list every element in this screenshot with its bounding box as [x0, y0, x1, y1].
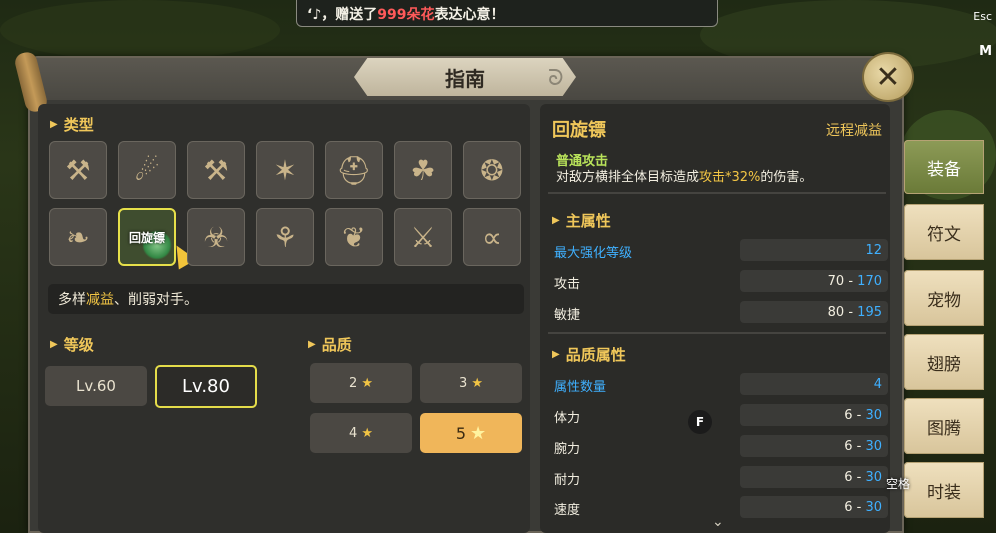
item-slot[interactable]: ∝: [463, 208, 521, 266]
notice-suffix: 表达心意！: [434, 7, 505, 23]
item-slot[interactable]: ⚒: [49, 141, 107, 199]
endurance-stat-label: 耐力: [554, 473, 581, 488]
map-hint[interactable]: M: [979, 44, 992, 59]
attack-stat-label: 攻击: [554, 277, 581, 292]
armor-icon: ☘: [410, 153, 436, 187]
main-attr-title: ▶ 主属性: [552, 212, 611, 230]
wrist-stat-value: 6 - 30: [740, 435, 888, 457]
item-slot[interactable]: ✶: [256, 141, 314, 199]
space-key-hint: 空格: [886, 477, 911, 491]
item-slot[interactable]: ❂: [463, 141, 521, 199]
quality-3-button[interactable]: 3 ★: [420, 363, 522, 403]
scroll-down-chevron-icon[interactable]: ⌄: [712, 514, 724, 530]
item-slot[interactable]: ⚔: [394, 208, 452, 266]
item-slot[interactable]: ☣: [187, 208, 245, 266]
hammer-icon: ⚒: [65, 153, 91, 187]
quality-5-button[interactable]: 5 ★: [420, 413, 522, 453]
divider: [548, 192, 886, 194]
mallet-icon: ⚒: [203, 153, 229, 187]
tab-pets[interactable]: 宠物: [904, 270, 984, 326]
triangle-icon: ▶: [552, 349, 560, 360]
quality-attr-title: ▶ 品质属性: [552, 346, 626, 364]
triangle-icon: ▶: [50, 339, 58, 350]
attr-count-label: 属性数量: [554, 380, 607, 395]
triangle-icon: ▶: [308, 339, 316, 350]
agility-stat-label: 敏捷: [554, 308, 581, 323]
level-60-button[interactable]: Lv.60: [45, 366, 147, 406]
agility-stat-value: 80 - 195: [740, 301, 888, 323]
quality-section-label: ▶ 品质: [308, 336, 352, 354]
item-slot[interactable]: ⚒: [187, 141, 245, 199]
close-icon: ✕: [875, 59, 901, 95]
tab-equipment[interactable]: 装备: [904, 140, 984, 194]
page-title: 指南: [354, 58, 576, 96]
bow-icon: ☄: [134, 153, 160, 187]
club-icon: ☣: [203, 220, 229, 254]
item-slot[interactable]: ⛑: [325, 141, 383, 199]
stamina-stat-value: 6 - 30: [740, 404, 888, 426]
item-slot[interactable]: ⚘: [256, 208, 314, 266]
f-key-hint: F: [688, 410, 712, 434]
swirl-ornament-right-icon: ᘐ: [548, 66, 564, 91]
item-slot-selected[interactable]: 回旋镖: [118, 208, 197, 270]
star-icon: ★: [361, 425, 373, 441]
attr-count-value: 4: [740, 373, 888, 395]
rope-icon: ∝: [481, 220, 502, 254]
quality-4-button[interactable]: 4 ★: [310, 413, 412, 453]
scarf-icon: ❦: [342, 220, 366, 254]
selected-item-label: 回旋镖: [128, 230, 165, 245]
type-description: 多样减益、削弱对手。: [48, 284, 524, 314]
item-slot[interactable]: ☘: [394, 141, 452, 199]
star-icon: ★: [361, 375, 373, 391]
speed-stat-label: 速度: [554, 503, 581, 518]
stamina-stat-label: 体力: [554, 411, 581, 426]
close-button[interactable]: ✕: [862, 52, 914, 102]
triangle-icon: ▶: [50, 119, 58, 130]
spear-icon: ✶: [273, 153, 297, 187]
claw-icon: ❧: [66, 220, 90, 254]
item-name: 回旋镖: [552, 120, 606, 141]
max-enhance-label: 最大强化等级: [554, 246, 633, 261]
tab-runes[interactable]: 符文: [904, 204, 984, 260]
necklace-icon: ❂: [480, 153, 504, 187]
endurance-stat-value: 6 - 30: [740, 466, 888, 488]
star-icon: ★: [470, 422, 487, 444]
level-80-button[interactable]: Lv.80: [155, 365, 257, 408]
quality-2-button[interactable]: 2 ★: [310, 363, 412, 403]
speed-stat-value: 6 - 30: [740, 496, 888, 518]
pouch-icon: ⚘: [272, 220, 298, 254]
tab-totem[interactable]: 图腾: [904, 398, 984, 454]
chat-notice: ‘♪，赠送了999朵花表达心意！: [296, 0, 718, 27]
max-enhance-value: 12: [740, 239, 888, 261]
type-section-label: ▶ 类型: [50, 116, 94, 134]
star-icon: ★: [471, 375, 483, 391]
helmet-icon: ⛑: [336, 153, 372, 187]
item-slot[interactable]: ❦: [325, 208, 383, 266]
tab-wings[interactable]: 翅膀: [904, 334, 984, 390]
triangle-icon: ▶: [552, 215, 560, 226]
attack-stat-value: 70 - 170: [740, 270, 888, 292]
level-section-label: ▶ 等级: [50, 336, 94, 354]
attack-description: 对敌方横排全体目标造成攻击*32%的伤害。: [556, 170, 813, 185]
esc-hint[interactable]: Esc: [973, 10, 992, 23]
wrist-stat-label: 腕力: [554, 442, 581, 457]
item-detail-section: 回旋镖 远程减益 普通攻击 对敌方横排全体目标造成攻击*32%的伤害。 ▶ 主属性…: [540, 104, 890, 533]
item-slot[interactable]: ❧: [49, 208, 107, 266]
divider: [548, 332, 886, 334]
notice-prefix: ‘♪，赠送了: [307, 7, 378, 23]
notice-highlight: 999朵花: [377, 7, 435, 23]
tab-fashion[interactable]: 时装: [904, 462, 984, 518]
vest-icon: ⚔: [410, 220, 436, 254]
item-type: 远程减益: [826, 123, 882, 139]
item-slot[interactable]: ☄: [118, 141, 176, 199]
